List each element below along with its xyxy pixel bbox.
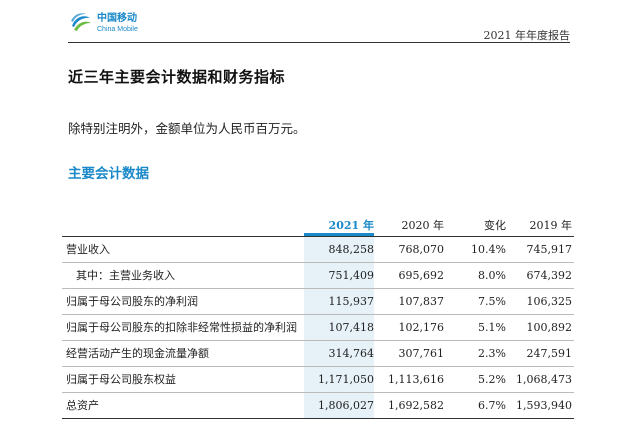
value-2020: 107,837 (374, 288, 444, 315)
row-label: 营业收入 (62, 236, 304, 263)
value-2020: 1,113,616 (374, 366, 444, 393)
header-2019: 2019 年 (506, 214, 574, 237)
logo-chinese-name: 中国移动 (97, 12, 137, 24)
value-change: 10.4% (444, 236, 506, 263)
value-2019: 674,392 (506, 262, 574, 289)
row-label: 归属于母公司股东权益 (62, 366, 304, 393)
value-2021: 314,764 (304, 340, 374, 367)
row-label: 经营活动产生的现金流量净额 (62, 340, 304, 367)
section-title: 主要会计数据 (68, 166, 149, 182)
value-change: 2.3% (444, 340, 506, 367)
header-change: 变化 (444, 214, 506, 237)
value-2020: 1,692,582 (374, 392, 444, 419)
table-row: 归属于母公司股东的净利润 115,937 107,837 7.5% 106,32… (62, 288, 574, 315)
value-change: 5.2% (444, 366, 506, 393)
table-row: 总资产 1,806,027 1,692,582 6.7% 1,593,940 (62, 392, 574, 419)
value-2019: 100,892 (506, 314, 574, 341)
table-row: 其中：主营业务收入 751,409 695,692 8.0% 674,392 (62, 262, 574, 289)
value-2020: 695,692 (374, 262, 444, 289)
logo-english-name: China Mobile (97, 25, 138, 33)
value-2020: 307,761 (374, 340, 444, 367)
header-divider (68, 42, 570, 43)
value-2021: 107,418 (304, 314, 374, 341)
unit-note: 除特别注明外，金额单位为人民币百万元。 (68, 121, 306, 136)
china-mobile-logo-icon (71, 13, 91, 31)
value-2019: 745,917 (506, 236, 574, 263)
value-change: 6.7% (444, 392, 506, 419)
row-label: 归属于母公司股东的净利润 (62, 288, 304, 315)
page-header: 中国移动 China Mobile 2021 年年度报告 (0, 0, 630, 46)
value-change: 8.0% (444, 262, 506, 289)
row-label: 归属于母公司股东的扣除非经常性损益的净利润 (62, 314, 304, 341)
table-row: 经营活动产生的现金流量净额 314,764 307,761 2.3% 247,5… (62, 340, 574, 367)
value-2020: 102,176 (374, 314, 444, 341)
table-row: 归属于母公司股东权益 1,171,050 1,113,616 5.2% 1,06… (62, 366, 574, 393)
value-change: 7.5% (444, 288, 506, 315)
value-2019: 106,325 (506, 288, 574, 315)
accounting-data-table: 2021 年 2020 年 变化 2019 年 营业收入 848,258 768… (62, 214, 574, 419)
header-2020: 2020 年 (374, 214, 444, 237)
company-logo: 中国移动 China Mobile (68, 10, 138, 36)
value-change: 5.1% (444, 314, 506, 341)
row-label: 总资产 (62, 392, 304, 419)
header-2021: 2021 年 (304, 214, 374, 237)
value-2019: 1,593,940 (506, 392, 574, 419)
report-title: 2021 年年度报告 (483, 29, 571, 42)
table-row: 营业收入 848,258 768,070 10.4% 745,917 (62, 236, 574, 263)
table-header-row: 2021 年 2020 年 变化 2019 年 (62, 214, 574, 237)
row-label: 其中：主营业务收入 (62, 262, 304, 289)
value-2019: 1,068,473 (506, 366, 574, 393)
value-2021: 115,937 (304, 288, 374, 315)
value-2021: 1,171,050 (304, 366, 374, 393)
value-2021: 1,806,027 (304, 392, 374, 419)
value-2019: 247,591 (506, 340, 574, 367)
value-2021: 751,409 (304, 262, 374, 289)
logo-wordmark: 中国移动 China Mobile (97, 12, 138, 33)
value-2021: 848,258 (304, 236, 374, 263)
header-label-cell (62, 214, 304, 237)
value-2020: 768,070 (374, 236, 444, 263)
table-row: 归属于母公司股东的扣除非经常性损益的净利润 107,418 102,176 5.… (62, 314, 574, 341)
page-title: 近三年主要会计数据和财务指标 (68, 68, 286, 86)
